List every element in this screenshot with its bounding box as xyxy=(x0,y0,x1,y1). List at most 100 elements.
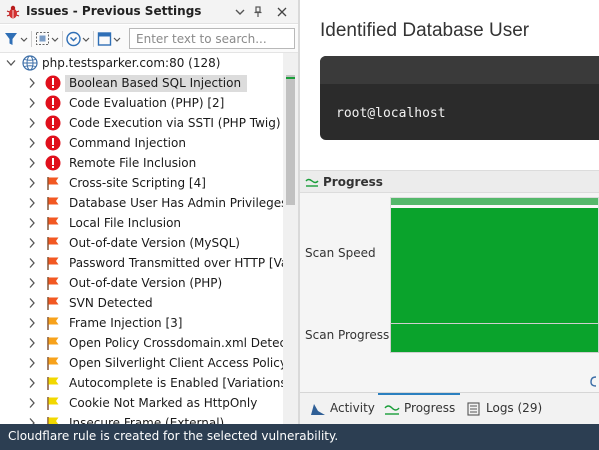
issue-item[interactable]: Insecure Frame (External) xyxy=(0,413,283,424)
scan-progress-label: Scan Progress xyxy=(305,328,390,342)
high-severity-flag-icon xyxy=(47,297,59,310)
issue-item[interactable]: Out-of-date Version (MySQL) xyxy=(0,233,283,253)
issue-item[interactable]: Database User Has Admin Privileges xyxy=(0,193,283,213)
issues-toolbar xyxy=(0,25,298,53)
issue-label: Insecure Frame (External) xyxy=(69,416,225,424)
chevron-right-icon[interactable] xyxy=(28,317,36,329)
issue-item[interactable]: Autocomplete is Enabled [Variations: ... xyxy=(0,373,283,393)
issue-item[interactable]: Code Execution via SSTI (PHP Twig) xyxy=(0,113,283,133)
code-block-header xyxy=(320,56,599,84)
issue-item[interactable]: Frame Injection [3] xyxy=(0,313,283,333)
issues-scrollbar[interactable] xyxy=(283,53,298,424)
bottom-tabs: Activity Progress Logs (29) xyxy=(300,392,599,424)
issue-item[interactable]: Cross-site Scripting [4] xyxy=(0,173,283,193)
progress-panel-title: Progress xyxy=(323,175,383,189)
critical-severity-icon xyxy=(45,75,61,91)
issue-item[interactable]: Boolean Based SQL Injection xyxy=(0,73,283,93)
chevron-right-icon[interactable] xyxy=(28,397,36,409)
issues-panel: Issues - Previous Settings Enter text to… xyxy=(0,0,298,424)
chevron-right-icon[interactable] xyxy=(28,97,36,109)
tree-root-node[interactable]: php.testsparker.com:80 (128) xyxy=(0,53,283,73)
issue-item[interactable]: Open Silverlight Client Access Policy xyxy=(0,353,283,373)
issue-item[interactable]: Local File Inclusion xyxy=(0,213,283,233)
issue-item[interactable]: Open Policy Crossdomain.xml Detect... xyxy=(0,333,283,353)
circle-chevron-down-icon xyxy=(66,31,90,47)
chevron-right-icon[interactable] xyxy=(28,117,36,129)
chevron-right-icon[interactable] xyxy=(28,257,36,269)
panel-menu-button[interactable] xyxy=(231,3,249,21)
issue-item[interactable]: Remote File Inclusion xyxy=(0,153,283,173)
high-severity-flag-icon xyxy=(47,237,59,250)
issues-tree: php.testsparker.com:80 (128) Boolean Bas… xyxy=(0,53,283,424)
issue-item[interactable]: Command Injection xyxy=(0,133,283,153)
group-by-button[interactable] xyxy=(33,29,61,49)
issue-item[interactable]: Cookie Not Marked as HttpOnly xyxy=(0,393,283,413)
chevron-right-icon[interactable] xyxy=(28,417,36,424)
scroll-marker xyxy=(286,77,295,79)
tab-logs-label: Logs (29) xyxy=(486,401,543,415)
scan-speed-peak xyxy=(391,198,598,205)
scrollbar-thumb[interactable] xyxy=(286,75,295,205)
tree-root-label: php.testsparker.com:80 (128) xyxy=(42,56,221,70)
chevron-right-icon[interactable] xyxy=(28,177,36,189)
globe-icon xyxy=(22,55,38,71)
issue-label: Password Transmitted over HTTP [Var... xyxy=(69,256,283,270)
link-icon[interactable] xyxy=(589,375,599,387)
scan-speed-fill xyxy=(391,207,598,340)
view-options-button[interactable] xyxy=(95,29,123,49)
low-severity-flag-icon xyxy=(47,417,59,424)
tab-progress[interactable]: Progress xyxy=(378,393,460,424)
issue-item[interactable]: SVN Detected xyxy=(0,293,283,313)
layout-icon xyxy=(97,32,121,46)
progress-icon xyxy=(384,405,400,415)
tab-progress-label: Progress xyxy=(404,401,456,415)
chevron-right-icon[interactable] xyxy=(28,297,36,309)
medium-severity-flag-icon xyxy=(47,357,59,370)
chevron-right-icon[interactable] xyxy=(28,337,36,349)
issue-label: Out-of-date Version (PHP) xyxy=(69,276,223,290)
high-severity-flag-icon xyxy=(47,257,59,270)
progress-panel: Progress Scan Speed Scan Progress xyxy=(300,170,599,392)
chevron-right-icon[interactable] xyxy=(28,277,36,289)
bug-icon xyxy=(6,5,20,19)
chevron-right-icon[interactable] xyxy=(28,137,36,149)
issue-label: Database User Has Admin Privileges xyxy=(69,196,283,210)
scan-speed-chart xyxy=(390,197,599,341)
issue-item[interactable]: Code Evaluation (PHP) [2] xyxy=(0,93,283,113)
chevron-right-icon[interactable] xyxy=(28,197,36,209)
pin-button[interactable] xyxy=(249,3,267,21)
issue-label: Command Injection xyxy=(69,136,186,150)
filter-button[interactable] xyxy=(2,29,30,49)
tab-logs[interactable]: Logs (29) xyxy=(466,393,546,424)
close-button[interactable] xyxy=(273,3,291,21)
issue-item[interactable]: Out-of-date Version (PHP) xyxy=(0,273,283,293)
chevron-down-icon xyxy=(235,9,245,15)
issue-label: Boolean Based SQL Injection xyxy=(65,75,248,92)
chevron-right-icon[interactable] xyxy=(28,77,36,89)
toolbar-separator xyxy=(93,31,94,47)
high-severity-flag-icon xyxy=(47,217,59,230)
chevron-down-icon[interactable] xyxy=(6,59,16,67)
toolbar-separator xyxy=(31,31,32,47)
critical-severity-icon xyxy=(45,135,61,151)
tab-activity[interactable]: Activity xyxy=(310,393,375,424)
status-bar: Cloudflare rule is created for the selec… xyxy=(0,424,599,450)
critical-severity-icon xyxy=(45,115,61,131)
tab-activity-label: Activity xyxy=(330,401,375,415)
chevron-right-icon[interactable] xyxy=(28,157,36,169)
issue-label: Code Execution via SSTI (PHP Twig) xyxy=(69,116,281,130)
critical-severity-icon xyxy=(45,155,61,171)
chevron-right-icon[interactable] xyxy=(28,357,36,369)
chevron-right-icon[interactable] xyxy=(28,217,36,229)
close-icon xyxy=(277,7,287,17)
issue-item[interactable]: Password Transmitted over HTTP [Var... xyxy=(0,253,283,273)
chevron-right-icon[interactable] xyxy=(28,237,36,249)
chevron-right-icon[interactable] xyxy=(28,377,36,389)
issue-label: Autocomplete is Enabled [Variations: ... xyxy=(69,376,283,390)
high-severity-flag-icon xyxy=(47,197,59,210)
high-severity-flag-icon xyxy=(47,177,59,190)
search-input[interactable] xyxy=(129,28,295,49)
progress-panel-header: Progress xyxy=(300,171,599,193)
expand-button[interactable] xyxy=(64,29,92,49)
issue-label: Local File Inclusion xyxy=(69,216,182,230)
